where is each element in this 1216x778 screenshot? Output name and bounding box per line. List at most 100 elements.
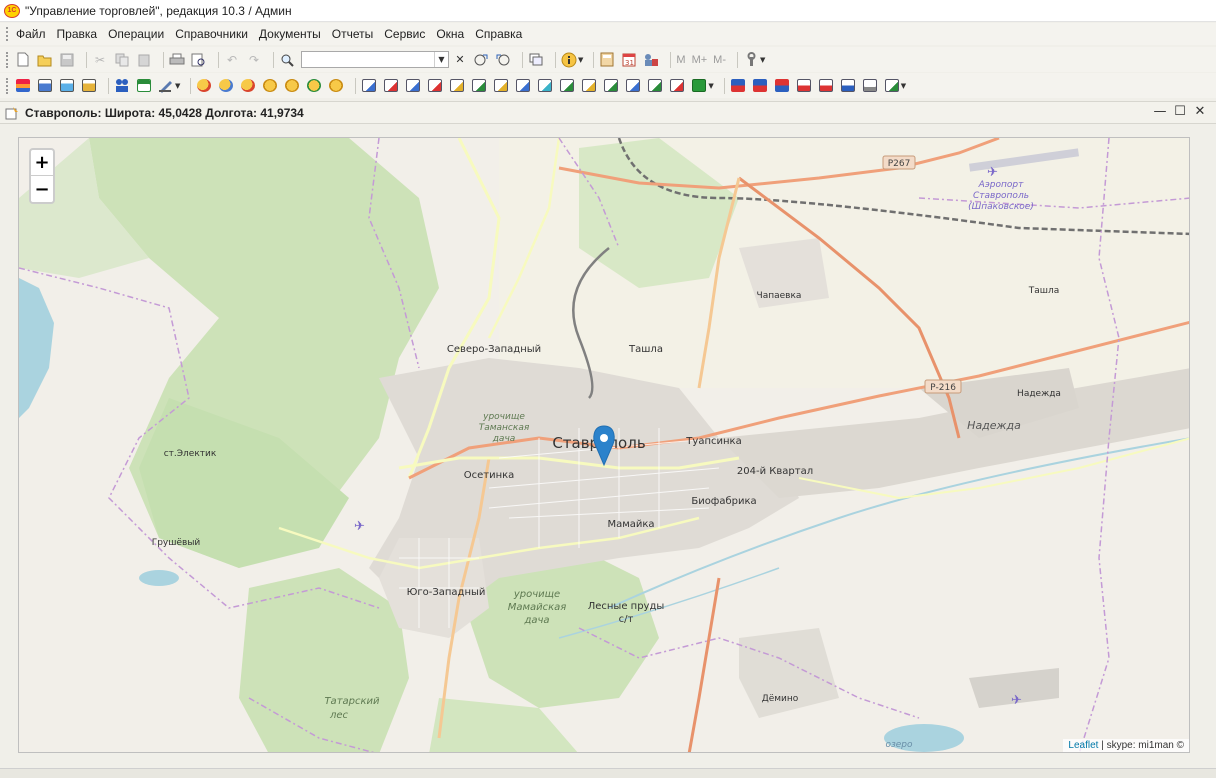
doc-move-icon[interactable]: [383, 78, 399, 94]
doc-sale-icon[interactable]: [405, 78, 421, 94]
label-demino: Дёмино: [762, 694, 799, 704]
label-mamay-2: Мамайская: [508, 602, 567, 613]
save-icon[interactable]: [59, 52, 75, 68]
label-204-kvartal: 204-й Квартал: [737, 466, 813, 477]
contractors-icon[interactable]: [114, 78, 130, 94]
zoom-in-button[interactable]: +: [31, 150, 53, 176]
report-users3-icon[interactable]: [774, 78, 790, 94]
books-icon[interactable]: [15, 78, 31, 94]
print-icon[interactable]: [169, 52, 185, 68]
coins2-icon[interactable]: [284, 78, 300, 94]
menu-reports[interactable]: Отчеты: [332, 27, 373, 41]
copy-icon[interactable]: [114, 52, 130, 68]
svg-text:✈: ✈: [1011, 693, 1022, 708]
search-combobox[interactable]: ▼: [301, 51, 449, 68]
undo-icon[interactable]: ↶: [224, 52, 240, 68]
print-preview-icon[interactable]: [191, 52, 207, 68]
menu-documents[interactable]: Документы: [259, 27, 321, 41]
memory-subtract-button[interactable]: M-: [713, 54, 726, 66]
users-icon[interactable]: [643, 52, 659, 68]
doc-coins-icon[interactable]: [449, 78, 465, 94]
report-chart-icon[interactable]: [840, 78, 856, 94]
clear-search-icon[interactable]: ✕: [453, 53, 467, 67]
coins4-icon[interactable]: [328, 78, 344, 94]
goods3-icon[interactable]: [240, 78, 256, 94]
menu-edit[interactable]: Правка: [57, 27, 98, 41]
reports-dropdown-icon[interactable]: ▼: [901, 82, 906, 90]
register2-icon[interactable]: [59, 78, 75, 94]
minimize-button[interactable]: —: [1150, 104, 1170, 119]
menu-file[interactable]: Файл: [16, 27, 46, 41]
doc-receipt-icon[interactable]: [361, 78, 377, 94]
tools-dropdown-icon[interactable]: ▼: [760, 56, 765, 64]
green-book-icon[interactable]: [691, 78, 707, 94]
standard-toolbar: ✂ ↶ ↷ ▼ ✕ ▼ 31 M M+ M- ▼: [0, 47, 1216, 72]
menu-help[interactable]: Справка: [475, 27, 522, 41]
goods-icon[interactable]: [196, 78, 212, 94]
toolbar-grip: [6, 77, 10, 94]
find-next-icon[interactable]: [473, 52, 489, 68]
documents-dropdown-icon[interactable]: ▼: [708, 82, 713, 90]
search-icon[interactable]: [279, 52, 295, 68]
report-list-icon[interactable]: [862, 78, 878, 94]
menu-windows[interactable]: Окна: [436, 27, 464, 41]
memory-add-button[interactable]: M+: [692, 54, 708, 66]
doc-cash-icon[interactable]: [493, 78, 509, 94]
label-severo-zapadny: Северо-Западный: [447, 344, 541, 355]
label-tatarsky-1: Татарский: [324, 696, 380, 707]
calendar-icon[interactable]: 31: [621, 52, 637, 68]
report-users2-icon[interactable]: [752, 78, 768, 94]
menu-catalogs[interactable]: Справочники: [175, 27, 248, 41]
svg-text:31: 31: [625, 59, 634, 67]
chevron-down-icon[interactable]: ▼: [434, 52, 448, 67]
report-sum-icon[interactable]: [796, 78, 812, 94]
report-users-icon[interactable]: [730, 78, 746, 94]
paste-icon[interactable]: [136, 52, 152, 68]
register-icon[interactable]: [37, 78, 53, 94]
coins-icon[interactable]: [262, 78, 278, 94]
info-dropdown-icon[interactable]: ▼: [578, 56, 583, 64]
zoom-out-button[interactable]: −: [31, 176, 53, 202]
menu-operations[interactable]: Операции: [108, 27, 164, 41]
doc-bank-icon[interactable]: [471, 78, 487, 94]
table-icon[interactable]: [136, 78, 152, 94]
doc-order-icon[interactable]: [515, 78, 531, 94]
wrench-icon[interactable]: [743, 52, 759, 68]
map-view[interactable]: ✈ ✈ ✈ Р267 Р-216 Ставрополь Северо-Запад…: [18, 137, 1190, 753]
menu-service[interactable]: Сервис: [384, 27, 425, 41]
doc-return-icon[interactable]: [427, 78, 443, 94]
doc-check-icon[interactable]: [603, 78, 619, 94]
map-canvas[interactable]: ✈ ✈ ✈ Р267 Р-216 Ставрополь Северо-Запад…: [19, 138, 1190, 753]
edit-pen-icon[interactable]: [158, 78, 174, 94]
goods2-icon[interactable]: [218, 78, 234, 94]
windows-icon[interactable]: [528, 52, 544, 68]
doc-add-icon[interactable]: [559, 78, 575, 94]
label-taman-3: дача: [492, 434, 516, 444]
redo-icon[interactable]: ↷: [246, 52, 262, 68]
new-document-icon[interactable]: [15, 52, 31, 68]
close-button[interactable]: ✕: [1190, 104, 1210, 119]
doc-list-icon[interactable]: [625, 78, 641, 94]
toolbar-separator: [593, 51, 595, 68]
coins3-icon[interactable]: [306, 78, 322, 94]
open-folder-icon[interactable]: [37, 52, 53, 68]
register3-icon[interactable]: [81, 78, 97, 94]
calculator-icon[interactable]: [599, 52, 615, 68]
edit-dropdown-icon[interactable]: ▼: [175, 82, 180, 90]
cut-icon[interactable]: ✂: [92, 52, 108, 68]
doc-settings-icon[interactable]: [669, 78, 685, 94]
find-previous-icon[interactable]: [495, 52, 511, 68]
doc-refresh-icon[interactable]: [537, 78, 553, 94]
leaflet-link[interactable]: Leaflet: [1068, 740, 1098, 751]
doc-cancel-icon[interactable]: [647, 78, 663, 94]
doc-tag-icon[interactable]: [581, 78, 597, 94]
label-lesnye-prudy-1: Лесные пруды: [588, 601, 665, 612]
label-electik: ст.Электик: [164, 449, 217, 459]
label-ozero: озеро: [885, 740, 913, 750]
memory-m-button[interactable]: M: [676, 54, 685, 66]
maximize-button[interactable]: ☐: [1170, 104, 1190, 119]
report-sum2-icon[interactable]: [818, 78, 834, 94]
report-check-icon[interactable]: [884, 78, 900, 94]
info-icon[interactable]: [561, 52, 577, 68]
label-mamay-1: урочище: [513, 589, 560, 600]
